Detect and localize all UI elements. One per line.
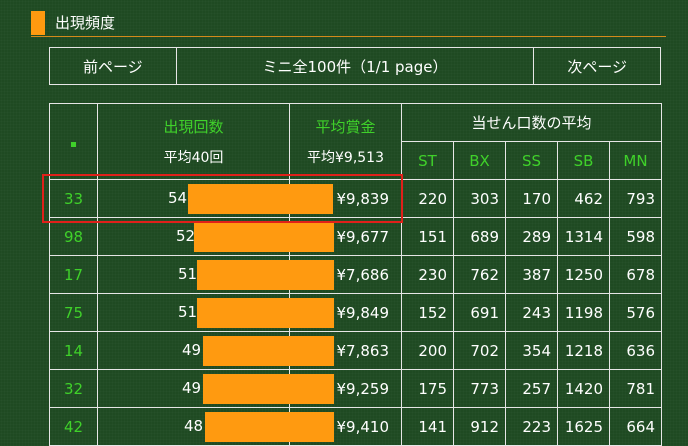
- count-bar: [203, 336, 334, 366]
- col-header-st: ST: [401, 141, 454, 180]
- mn-cell: 781: [609, 369, 662, 408]
- prize-header-average: 平均¥9,513: [307, 150, 384, 166]
- ss-cell: 289: [505, 217, 558, 256]
- st-cell: 230: [401, 255, 454, 294]
- sb-cell: 1250: [557, 255, 610, 294]
- mn-cell: 678: [609, 255, 662, 294]
- row-number[interactable]: 33: [49, 179, 98, 218]
- ss-cell: 354: [505, 331, 558, 370]
- bx-cell: 912: [453, 407, 506, 446]
- count-bar: [197, 298, 334, 328]
- ss-cell: 387: [505, 255, 558, 294]
- mn-cell: 664: [609, 407, 662, 446]
- sb-cell: 462: [557, 179, 610, 218]
- row-number[interactable]: 32: [49, 369, 98, 408]
- row-number[interactable]: 42: [49, 407, 98, 446]
- st-cell: 151: [401, 217, 454, 256]
- table-row: 17 51 ¥7,686 230 762 387 1250 678: [49, 255, 662, 294]
- ss-cell: 223: [505, 407, 558, 446]
- count-cell: 54: [97, 179, 333, 218]
- table-row: 98 52 ¥9,677 151 689 289 1314 598: [49, 217, 662, 256]
- row-number[interactable]: 75: [49, 293, 98, 332]
- section-accent-icon: [31, 11, 45, 35]
- section-title: 出現頻度: [55, 14, 116, 32]
- count-header: 出現回数 平均40回: [97, 103, 290, 180]
- ss-cell: 170: [505, 179, 558, 218]
- col-header-mn: MN: [609, 141, 662, 180]
- ss-cell: 257: [505, 369, 558, 408]
- count-value: 51: [178, 265, 198, 283]
- count-header-label: 出現回数: [163, 118, 224, 136]
- count-cell: 48: [97, 407, 334, 446]
- st-cell: 220: [401, 179, 454, 218]
- sb-cell: 1420: [557, 369, 610, 408]
- count-cell: 51: [97, 255, 334, 294]
- frequency-table: 出現回数 平均40回 平均賞金 平均¥9,513 当せん口数の平均 ST BX …: [49, 103, 662, 446]
- next-page-button[interactable]: 次ページ: [534, 48, 660, 84]
- sb-cell: 1198: [557, 293, 610, 332]
- count-bar: [197, 260, 334, 290]
- count-value: 48: [184, 417, 204, 435]
- prev-page-button[interactable]: 前ページ: [50, 48, 177, 84]
- count-bar: [194, 222, 334, 252]
- count-cell: 49: [97, 369, 334, 408]
- mn-cell: 636: [609, 331, 662, 370]
- row-number[interactable]: 17: [49, 255, 98, 294]
- count-header-average: 平均40回: [163, 150, 224, 166]
- st-cell: 152: [401, 293, 454, 332]
- table-row: 75 51 ¥9,849 152 691 243 1198 576: [49, 293, 662, 332]
- bx-cell: 303: [453, 179, 506, 218]
- page-info: ミニ全100件（1/1 page）: [177, 48, 535, 84]
- col-header-bx: BX: [453, 141, 506, 180]
- st-cell: 200: [401, 331, 454, 370]
- sb-cell: 1314: [557, 217, 610, 256]
- bx-cell: 702: [453, 331, 506, 370]
- col-header-sb: SB: [557, 141, 610, 180]
- pager: 前ページ ミニ全100件（1/1 page） 次ページ: [49, 47, 661, 85]
- count-value: 49: [182, 379, 202, 397]
- table-row: 33 54 ¥9,839 220 303 170 462 793: [49, 179, 662, 218]
- count-value: 49: [182, 341, 202, 359]
- table-row: 42 48 ¥9,410 141 912 223 1625 664: [49, 407, 662, 446]
- count-value: 51: [178, 303, 198, 321]
- row-number[interactable]: 98: [49, 217, 98, 256]
- mn-cell: 576: [609, 293, 662, 332]
- bx-cell: 762: [453, 255, 506, 294]
- st-cell: 141: [401, 407, 454, 446]
- count-bar: [205, 412, 334, 442]
- sb-cell: 1218: [557, 331, 610, 370]
- row-number[interactable]: 14: [49, 331, 98, 370]
- bx-cell: 691: [453, 293, 506, 332]
- ss-cell: 243: [505, 293, 558, 332]
- mn-cell: 598: [609, 217, 662, 256]
- table-row: 32 49 ¥9,259 175 773 257 1420 781: [49, 369, 662, 408]
- st-cell: 175: [401, 369, 454, 408]
- section-header: 出現頻度: [31, 10, 666, 37]
- mn-cell: 793: [609, 179, 662, 218]
- sb-cell: 1625: [557, 407, 610, 446]
- count-bar: [203, 374, 334, 404]
- prize-header: 平均賞金 平均¥9,513: [289, 103, 402, 180]
- count-cell: 52: [97, 217, 334, 256]
- table-row: 14 49 ¥7,863 200 702 354 1218 636: [49, 331, 662, 370]
- winners-header: 当せん口数の平均: [401, 103, 662, 142]
- count-value: 54: [168, 189, 188, 207]
- count-cell: 49: [97, 331, 334, 370]
- bx-cell: 689: [453, 217, 506, 256]
- count-value: 52: [176, 227, 196, 245]
- marker-header: [49, 103, 98, 180]
- bx-cell: 773: [453, 369, 506, 408]
- count-bar: [188, 184, 333, 214]
- square-marker-icon: [71, 141, 76, 147]
- count-cell: 51: [97, 293, 334, 332]
- col-header-ss: SS: [505, 141, 558, 180]
- prize-header-label: 平均賞金: [315, 118, 376, 136]
